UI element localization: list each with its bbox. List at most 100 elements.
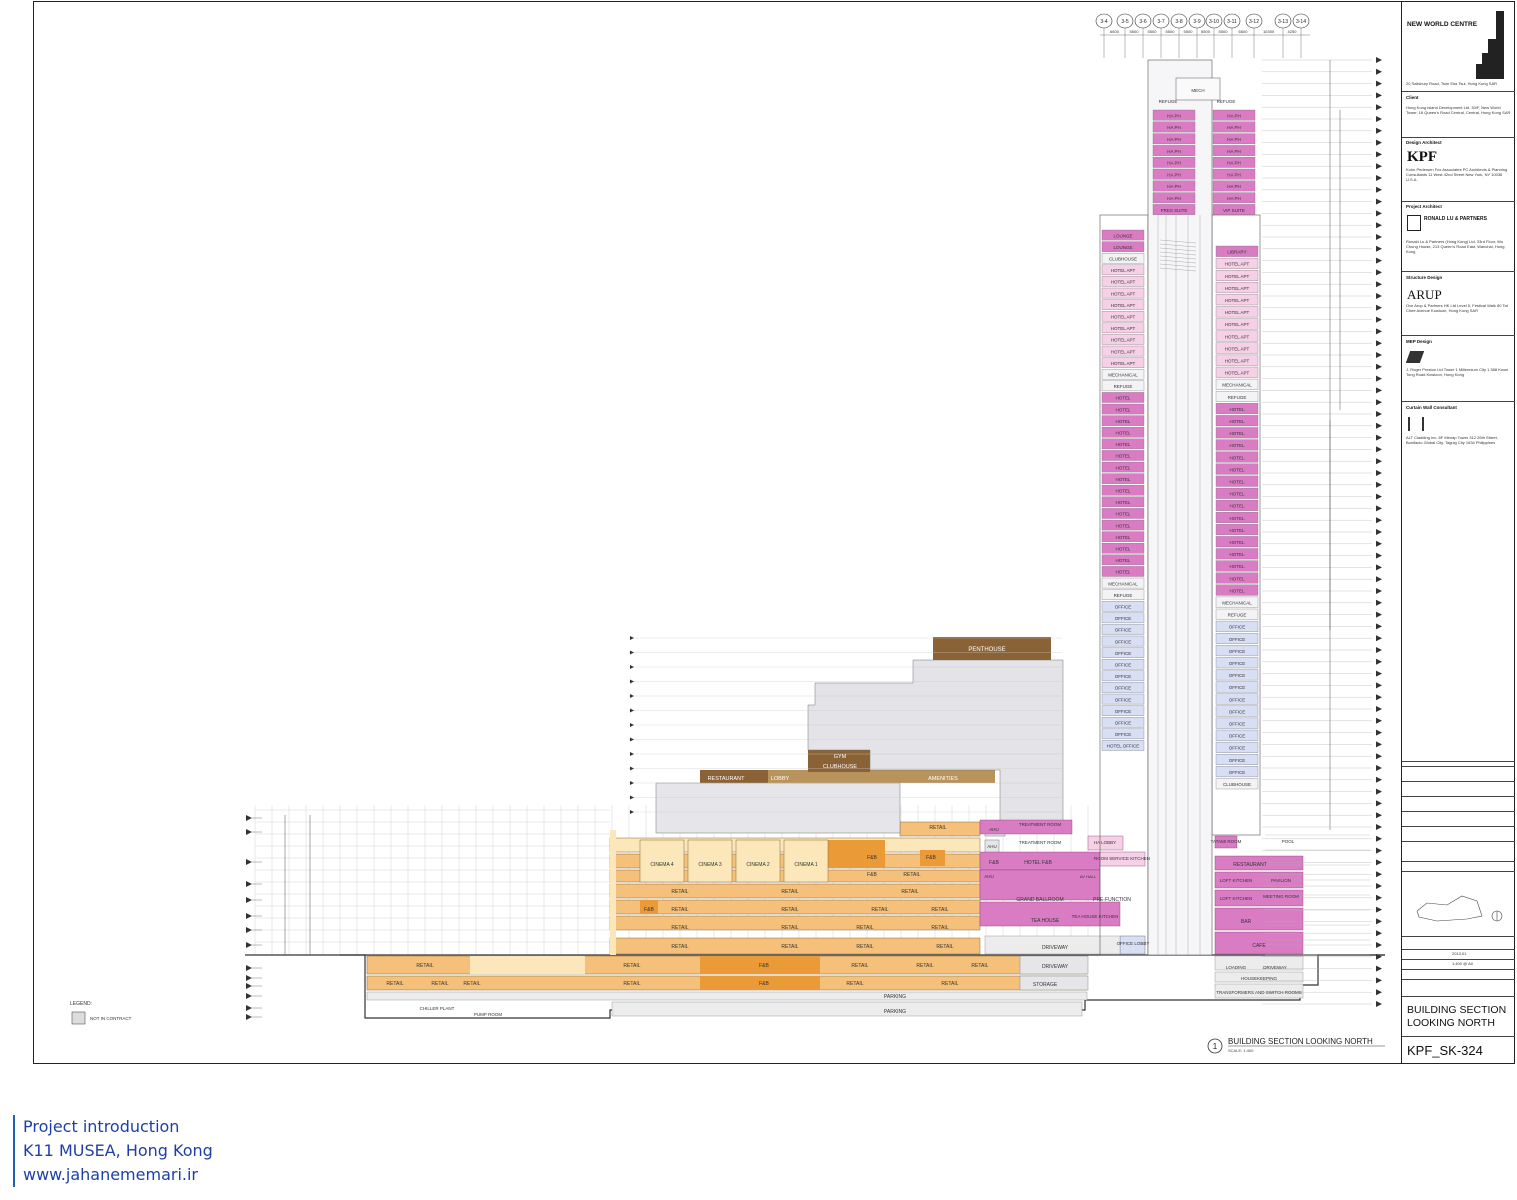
- penthouse-right-floor-label: HA PH: [1227, 161, 1241, 166]
- penthouse-left-floor-label: HA PH: [1167, 161, 1181, 166]
- level-marker-mid: [630, 665, 634, 669]
- upper-podium-block: [655, 782, 901, 834]
- tower-left-floor-label: HOTEL APT: [1111, 338, 1136, 343]
- fb-label: F&B: [759, 981, 769, 987]
- level-marker: [1376, 824, 1382, 830]
- retail-label: RETAIL: [671, 907, 688, 913]
- retail-label: RETAIL: [671, 889, 688, 895]
- tower-left-floor-label: OFFICE: [1115, 605, 1132, 610]
- left-level-marker: [246, 913, 252, 919]
- av-hall-label: AV HALL: [1080, 874, 1097, 879]
- tower-right-floor-label: HOTEL APT: [1225, 286, 1250, 291]
- ahu-label: AHU: [989, 827, 999, 832]
- mech-label: MECH: [1191, 88, 1204, 93]
- grid-dim: 5500: [1219, 29, 1229, 34]
- level-marker: [1376, 198, 1382, 205]
- kpf-text: Kohn Pedersen Fox Associates PC Architec…: [1406, 167, 1508, 182]
- left-level-marker: [246, 1014, 252, 1020]
- key-plan: [1416, 895, 1503, 922]
- level-marker: [1376, 340, 1382, 347]
- tower-left-floor-label: HOTEL: [1115, 396, 1131, 401]
- tower-left-floor-label: HOTEL OFFICE: [1107, 744, 1140, 749]
- grid-bubble-label: 3-9: [1193, 19, 1200, 25]
- retail-label: RETAIL: [856, 944, 873, 950]
- tower-left-floor-label: HOTEL: [1115, 419, 1131, 424]
- level-marker: [1376, 422, 1382, 429]
- cw-logo: [1408, 417, 1424, 431]
- level-marker: [1376, 68, 1382, 75]
- lobby-upper-label: LOBBY: [771, 776, 790, 782]
- tower-left-floor-label: HOTEL: [1115, 454, 1131, 459]
- amenities-label: AMENITIES: [928, 776, 958, 782]
- left-level-marker: [246, 897, 252, 903]
- retail-label: RETAIL: [671, 944, 688, 950]
- level-marker: [1376, 588, 1382, 594]
- penthouse-right-floor-label: HA PH: [1227, 184, 1241, 189]
- level-marker-mid: [630, 723, 634, 727]
- fb-label: F&B: [867, 855, 877, 861]
- level-marker: [1376, 328, 1382, 335]
- tower-right-floor-label: HOTEL: [1229, 564, 1245, 569]
- tower-left-floor-label: REFUGE: [1114, 384, 1133, 389]
- cw-text: ALT Cladding Inc. 8F Menap Tower 312 26t…: [1406, 435, 1498, 445]
- tower-right-floor-label: OFFICE: [1229, 649, 1246, 654]
- penthouse-right-floor-label: HA PH: [1227, 125, 1241, 130]
- grid-bubble-label: 3-14: [1296, 19, 1306, 25]
- tower-left-floor-label: OFFICE: [1115, 639, 1132, 644]
- retail-label: RETAIL: [931, 907, 948, 913]
- tower-left-floor-label: HOTEL APT: [1111, 303, 1136, 308]
- level-marker: [1376, 599, 1382, 606]
- level-marker: [1376, 800, 1382, 807]
- tower-right-floor-label: HOTEL APT: [1225, 371, 1250, 376]
- tower-right-floor-label: OFFICE: [1229, 770, 1246, 775]
- tower-left-floor-label: OFFICE: [1115, 732, 1132, 737]
- level-marker: [1376, 352, 1382, 358]
- left-level-marker: [246, 829, 252, 835]
- tower-left-floor-label: OFFICE: [1115, 721, 1132, 726]
- retail-label: RETAIL: [903, 872, 920, 878]
- retail-label: RETAIL: [623, 963, 640, 969]
- cafe-label: CAFE: [1252, 943, 1266, 949]
- level-marker: [1376, 977, 1382, 984]
- tower-left-floor-label: OFFICE: [1115, 628, 1132, 633]
- grid-bubble-label: 3-13: [1278, 19, 1288, 25]
- level-marker: [1376, 776, 1382, 783]
- date-value: 2013.01: [1452, 951, 1467, 956]
- level-marker: [1376, 670, 1382, 677]
- client-text: Hong Kong Island Development Ltd. 30/F, …: [1406, 105, 1511, 115]
- level-marker: [1376, 411, 1382, 417]
- arup-text: Ove Arup & Partners HK Ltd Level 5, Fest…: [1406, 303, 1508, 313]
- level-marker: [1376, 493, 1382, 500]
- fb-label: F&B: [926, 855, 936, 861]
- level-marker: [1376, 363, 1382, 370]
- tower-left-floor-label: HOTEL APT: [1111, 291, 1136, 296]
- tower-right-floor-label: HOTEL: [1229, 455, 1245, 460]
- pavilion-label: PAVILION: [1271, 878, 1291, 883]
- tower-left-floor-label: HOTEL: [1115, 512, 1131, 517]
- rlp-text: Ronald Lu & Partners (Hong Kong) Ltd. 33…: [1406, 239, 1505, 254]
- penthouse-right-floor-label: HA PH: [1227, 172, 1241, 177]
- treatment-room-label-2: TREATMENT ROOM: [1019, 840, 1062, 845]
- grid-dim: 10350: [1263, 29, 1275, 34]
- level-marker: [1376, 139, 1382, 146]
- level-marker: [1376, 918, 1382, 925]
- penthouse-right-floor-label: VIP SUITE: [1223, 208, 1245, 213]
- tower-left-floor-label: HOTEL: [1115, 465, 1131, 470]
- cinema-block: [687, 839, 733, 883]
- client-heading: Client: [1406, 95, 1419, 100]
- curtain-wall-heading: Curtain Wall Consultant: [1406, 405, 1457, 410]
- caption-title: BUILDING SECTION LOOKING NORTH: [1228, 1037, 1373, 1046]
- storage-label: STORAGE: [1033, 982, 1058, 988]
- level-marker-mid: [630, 636, 634, 640]
- pre-function-label: PRE-FUNCTION: [1093, 897, 1131, 903]
- project-name: NEW WORLD CENTRE: [1407, 21, 1478, 28]
- penthouse-right-floor-label: HA PH: [1227, 137, 1241, 142]
- tower-right-floor-label: OFFICE: [1229, 746, 1246, 751]
- ahu-label-2: AHU: [987, 844, 997, 849]
- level-marker-mid: [630, 795, 634, 800]
- retail-label: RETAIL: [386, 981, 403, 987]
- footer-line-3[interactable]: www.jahanememari.ir: [23, 1163, 213, 1187]
- tower-right-floor-label: HOTEL: [1229, 516, 1245, 521]
- tower-left-floor-label: MECHANICAL: [1108, 373, 1138, 378]
- loft-kitchen-label: LOFT KITCHEN: [1220, 878, 1252, 883]
